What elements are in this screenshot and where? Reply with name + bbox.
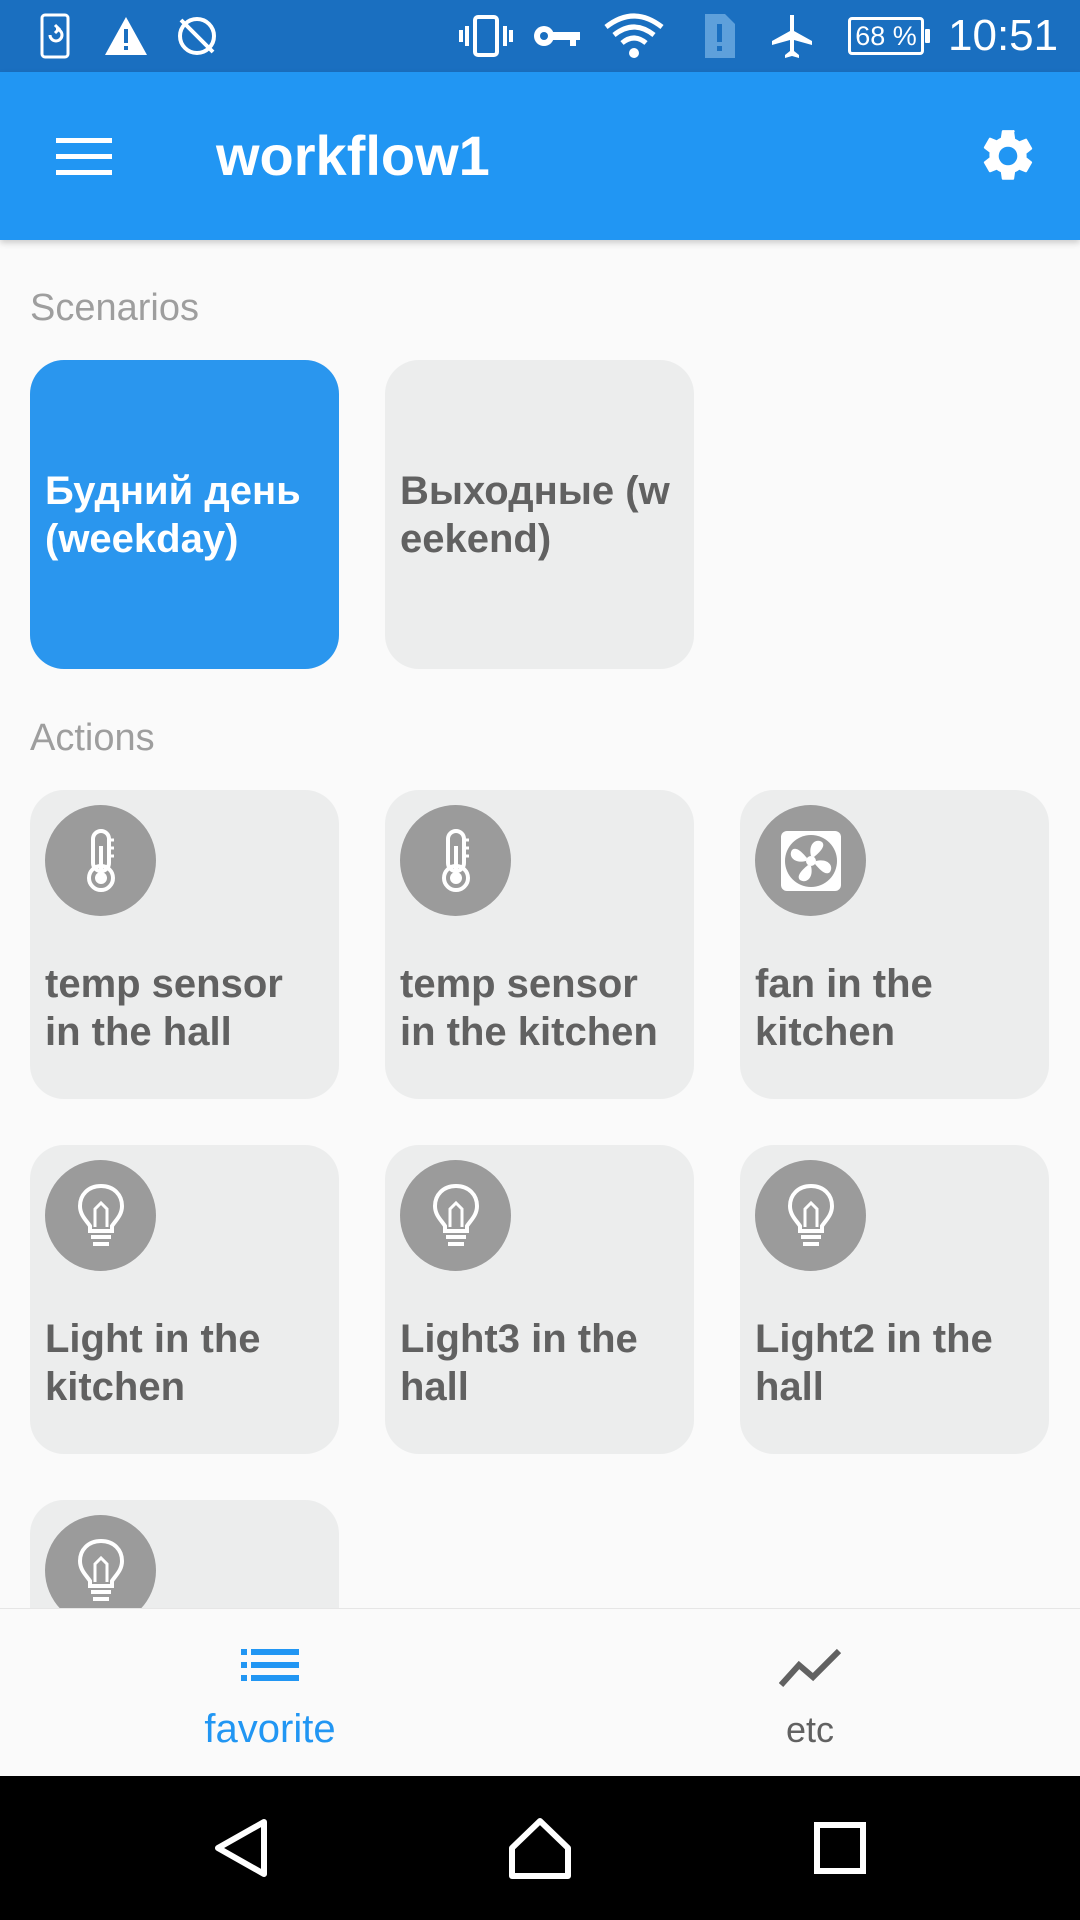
gear-icon[interactable]	[968, 116, 1048, 196]
lightbulb-icon	[400, 1160, 511, 1271]
app-bar: workflow1	[0, 72, 1080, 240]
action-label: temp sensor in the hall	[45, 962, 283, 1054]
trend-line-icon	[540, 1647, 1080, 1689]
bottom-navigation: favorite etc	[0, 1608, 1080, 1777]
content-area[interactable]: Scenarios Будний день(weekday) Выходные …	[0, 240, 1080, 1608]
back-icon[interactable]	[198, 1806, 282, 1890]
hamburger-menu-icon[interactable]	[44, 116, 124, 196]
scenario-card-weekend[interactable]: Выходные (weekend)	[385, 360, 694, 669]
action-card-fan-kitchen[interactable]: fan in the kitchen	[740, 790, 1049, 1099]
scenario-card-weekday[interactable]: Будний день(weekday)	[30, 360, 339, 669]
scenarios-heading: Scenarios	[30, 287, 199, 329]
action-card-partial[interactable]	[30, 1500, 339, 1608]
wifi-icon	[604, 10, 664, 62]
battery-level: 68 %	[855, 20, 917, 51]
status-clock: 10:51	[948, 11, 1059, 60]
lightbulb-icon	[45, 1160, 156, 1271]
nav-favorite[interactable]: favorite	[0, 1609, 540, 1777]
lightbulb-icon	[45, 1515, 156, 1608]
action-label: Light2 in the hall	[755, 1317, 993, 1409]
system-navigation-bar	[0, 1776, 1080, 1920]
actions-heading: Actions	[30, 717, 155, 759]
vibrate-icon	[458, 10, 514, 62]
nav-etc[interactable]: etc	[540, 1609, 1080, 1777]
no-sync-icon	[174, 10, 220, 62]
vpn-key-icon	[532, 10, 582, 62]
battery-icon: 68 %	[848, 17, 930, 55]
home-icon[interactable]	[498, 1806, 582, 1890]
warning-icon	[102, 10, 150, 62]
scenario-label: Будний день(weekday)	[45, 468, 301, 561]
action-label: Light3 in the hall	[400, 1317, 638, 1409]
sync-phone-icon	[38, 10, 72, 62]
thermometer-icon	[400, 805, 511, 916]
action-label: temp sensor in the kitchen	[400, 962, 658, 1054]
action-card-temp-kitchen[interactable]: temp sensor in the kitchen	[385, 790, 694, 1099]
lightbulb-icon	[755, 1160, 866, 1271]
fan-icon	[755, 805, 866, 916]
nav-favorite-label: favorite	[204, 1707, 336, 1751]
action-label: Light in the kitchen	[45, 1317, 261, 1409]
action-card-light-kitchen[interactable]: Light in the kitchen	[30, 1145, 339, 1454]
airplane-icon	[768, 10, 816, 62]
scenario-label: Выходные (weekend)	[400, 468, 670, 561]
nav-etc-label: etc	[785, 1709, 835, 1750]
action-card-light3-hall[interactable]: Light3 in the hall	[385, 1145, 694, 1454]
action-card-light2-hall[interactable]: Light2 in the hall	[740, 1145, 1049, 1454]
page-title: workflow1	[216, 124, 490, 187]
action-card-temp-hall[interactable]: temp sensor in the hall	[30, 790, 339, 1099]
thermometer-icon	[45, 805, 156, 916]
list-icon	[0, 1647, 540, 1683]
sim-alert-icon	[700, 10, 738, 62]
status-bar: 68 % 10:51	[0, 0, 1080, 72]
action-label: fan in the kitchen	[755, 962, 933, 1054]
recents-icon[interactable]	[798, 1806, 882, 1890]
